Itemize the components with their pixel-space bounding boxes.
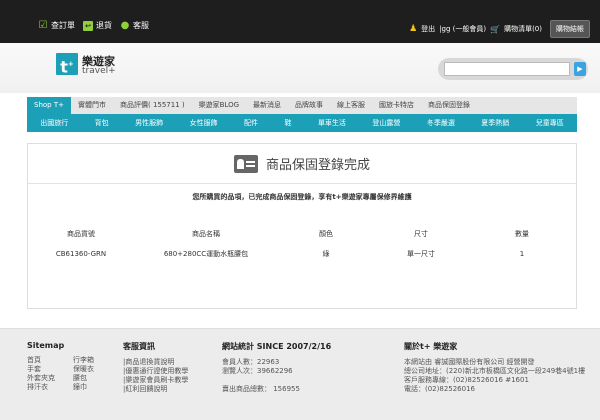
sitemap-links: 首頁 行李箱 手套 保暖衣 外套夾克 腰包 排汗衣 鐘巾 — [27, 356, 113, 392]
service-link[interactable]: |商品退換貨說明 — [123, 358, 188, 367]
stats-visits: 瀏覽人次：39662296 — [222, 367, 293, 375]
completion-message: 您所購買的品項，已完成商品保固登錄，享有t+樂遊家專屬保修界維護 — [192, 193, 412, 201]
checkbox-icon: ☑ — [38, 19, 48, 31]
nav-tab-7[interactable]: 國旅卡特店 — [372, 97, 421, 114]
header: t+ 樂遊家 travel+ ▶ — [0, 43, 600, 93]
about-lines: 本網站由 睿誠國際股份有限公司 經營開發 總公司地址：(220)新北市板橋區文化路… — [404, 358, 585, 394]
sitemap-link[interactable]: 外套夾克 — [27, 374, 73, 383]
category-link-10[interactable]: 兒童專區 — [536, 118, 564, 128]
sitemap-link[interactable]: 保暖衣 — [73, 365, 113, 374]
nav-tab-4[interactable]: 最新消息 — [246, 97, 288, 114]
page-title: 商品保固登錄完成 — [265, 158, 370, 173]
sitemap-link[interactable]: 行李箱 — [73, 356, 113, 365]
table-header: 商品貨號 商品名稱 顏色 尺寸 數量 — [36, 224, 568, 244]
nav-tab-3[interactable]: 樂遊家BLOG — [192, 97, 246, 114]
table-row: CB61360-GRN 680+280CC運動水瓶腰包 綠 單一尺寸 1 — [36, 244, 568, 264]
sitemap-link[interactable]: 排汗衣 — [27, 383, 73, 392]
top-bar-right: ♟ 登出 |gg (一般會員) 🛒 購物清單(0) 購物結帳 — [409, 20, 590, 38]
warranty-panel: 商品保固登錄完成 您所購買的品項，已完成商品保固登錄，享有t+樂遊家專屬保修界維… — [27, 143, 577, 309]
column-header: 顏色 — [319, 230, 333, 238]
category-link-6[interactable]: 單車生活 — [318, 118, 346, 128]
logo-mark[interactable]: t+ — [56, 53, 78, 77]
primary-nav: Shop T+ 實體門市 商品評價( 155711 ) 樂遊家BLOG 最新消息 品牌故事… — [27, 97, 577, 114]
logo-sup: + — [67, 60, 74, 68]
footer-stats: 網站統計 SINCE 2007/2/16 會員人數：22963 瀏覽人次：396… — [222, 341, 331, 394]
category-link-2[interactable]: 男性服飾 — [135, 118, 163, 128]
service-title: 客服資訊 — [123, 342, 155, 351]
divider — [28, 183, 576, 184]
service-links: |商品退換貨說明 |優惠通行證使用教學 |樂遊家會員刷卡教學 |紅利回饋說明 — [123, 358, 188, 394]
search-input[interactable] — [444, 62, 570, 76]
category-link-4[interactable]: 配件 — [244, 118, 258, 128]
category-link-8[interactable]: 冬季嚴選 — [427, 118, 455, 128]
sitemap-link[interactable]: 鐘巾 — [73, 383, 113, 392]
table-cell: 單一尺寸 — [407, 250, 435, 258]
footer-sitemap: Sitemap 首頁 行李箱 手套 保暖衣 外套夾克 腰包 排汗衣 鐘巾 — [27, 341, 113, 392]
stats-title: 網站統計 SINCE 2007/2/16 — [222, 342, 332, 351]
table-cell: CB61360-GRN — [55, 250, 107, 258]
product-table: 商品貨號 商品名稱 顏色 尺寸 數量 CB61360-GRN 680+280CC運動水瓶腰包… — [36, 224, 568, 264]
return-link[interactable]: ↩ 退貨 — [83, 20, 112, 31]
about-title: 關於t+ 樂遊家 — [404, 342, 458, 351]
return-box-icon: ↩ — [83, 20, 93, 31]
about-line: 客戶服務專線：(02)82526016 #1601 — [404, 376, 529, 384]
nav-tab-0[interactable]: Shop T+ — [27, 97, 71, 114]
column-header: 尺寸 — [414, 230, 428, 238]
chat-bubble-icon: ● — [120, 19, 130, 31]
footer-service: 客服資訊 |商品退換貨說明 |優惠通行證使用教學 |樂遊家會員刷卡教學 |紅利回饋說明 — [123, 341, 188, 394]
footer: Sitemap 首頁 行李箱 手套 保暖衣 外套夾克 腰包 排汗衣 鐘巾 客服資訊 |商品退換… — [0, 328, 600, 420]
nav-tab-6[interactable]: 線上客服 — [330, 97, 372, 114]
cart-link[interactable]: 購物清單(0) — [504, 24, 542, 34]
search-bar: ▶ — [438, 58, 588, 80]
sitemap-link[interactable]: 首頁 — [27, 356, 73, 365]
category-link-9[interactable]: 夏季熱銷 — [481, 118, 509, 128]
column-header: 商品貨號 — [67, 230, 95, 238]
checkout-button[interactable]: 購物結帳 — [550, 20, 590, 38]
stats-members: 會員人數：22963 — [222, 358, 280, 366]
column-header: 數量 — [515, 230, 529, 238]
category-link-7[interactable]: 登山露營 — [372, 118, 400, 128]
brand-name-en: travel+ — [82, 66, 116, 76]
table-cell: 1 — [519, 250, 525, 258]
top-bar: ☑ 查訂單 ↩ 退貨 ● 客服 ♟ 登出 |gg (一般會員) 🛒 購物清單(0… — [0, 0, 600, 43]
user-icon: ♟ — [409, 24, 418, 34]
nav-tab-2[interactable]: 商品評價( 155711 ) — [113, 97, 192, 114]
category-nav: 出國旅行 背包 男性服飾 女性服飾 配件 鞋 單車生活 登山露營 冬季嚴選 夏季熱銷 兒童專區 — [27, 114, 577, 132]
sitemap-title: Sitemap — [27, 341, 65, 350]
column-header: 商品名稱 — [192, 230, 220, 238]
order-label: 查訂單 — [51, 21, 75, 30]
table-cell: 綠 — [322, 250, 330, 258]
top-bar-left: ☑ 查訂單 ↩ 退貨 ● 客服 — [38, 20, 149, 31]
service-link[interactable]: ● 客服 — [120, 20, 149, 31]
table-cell: 680+280CC運動水瓶腰包 — [163, 250, 249, 258]
nav-tab-1[interactable]: 實體門市 — [71, 97, 113, 114]
id-card-icon — [233, 154, 258, 173]
user-info: |gg (一般會員) — [439, 25, 487, 33]
order-link[interactable]: ☑ 查訂單 — [38, 20, 75, 31]
service-link[interactable]: |樂遊家會員刷卡教學 — [123, 376, 188, 385]
nav-tab-8[interactable]: 商品保固登錄 — [421, 97, 477, 114]
stats-sold: 賣出商品總數： 156955 — [222, 385, 300, 393]
category-link-3[interactable]: 女性服飾 — [190, 118, 218, 128]
footer-about: 關於t+ 樂遊家 本網站由 睿誠國際股份有限公司 經營開發 總公司地址：(220)… — [404, 341, 585, 394]
logo-letter: t — [60, 57, 68, 77]
about-line: 本網站由 睿誠國際股份有限公司 經營開發 — [404, 358, 535, 366]
search-submit-button[interactable]: ▶ — [574, 62, 586, 76]
service-label: 客服 — [133, 21, 149, 30]
nav-tab-5[interactable]: 品牌故事 — [288, 97, 330, 114]
about-line: 總公司地址：(220)新北市板橋區文化路一段249巷4號1樓 — [404, 367, 586, 375]
about-line: 電話：(02)82526016 — [404, 385, 475, 393]
category-link-0[interactable]: 出國旅行 — [40, 118, 68, 128]
service-link[interactable]: |優惠通行證使用教學 — [123, 367, 188, 376]
category-link-1[interactable]: 背包 — [95, 118, 109, 128]
cart-icon: 🛒 — [490, 24, 501, 34]
service-link[interactable]: |紅利回饋說明 — [123, 385, 188, 394]
logout-link[interactable]: 登出 — [421, 24, 435, 34]
sitemap-link[interactable]: 腰包 — [73, 374, 113, 383]
panel-header: 商品保固登錄完成 — [28, 154, 576, 173]
return-label: 退貨 — [96, 21, 112, 30]
category-link-5[interactable]: 鞋 — [284, 118, 291, 128]
sitemap-link[interactable]: 手套 — [27, 365, 73, 374]
